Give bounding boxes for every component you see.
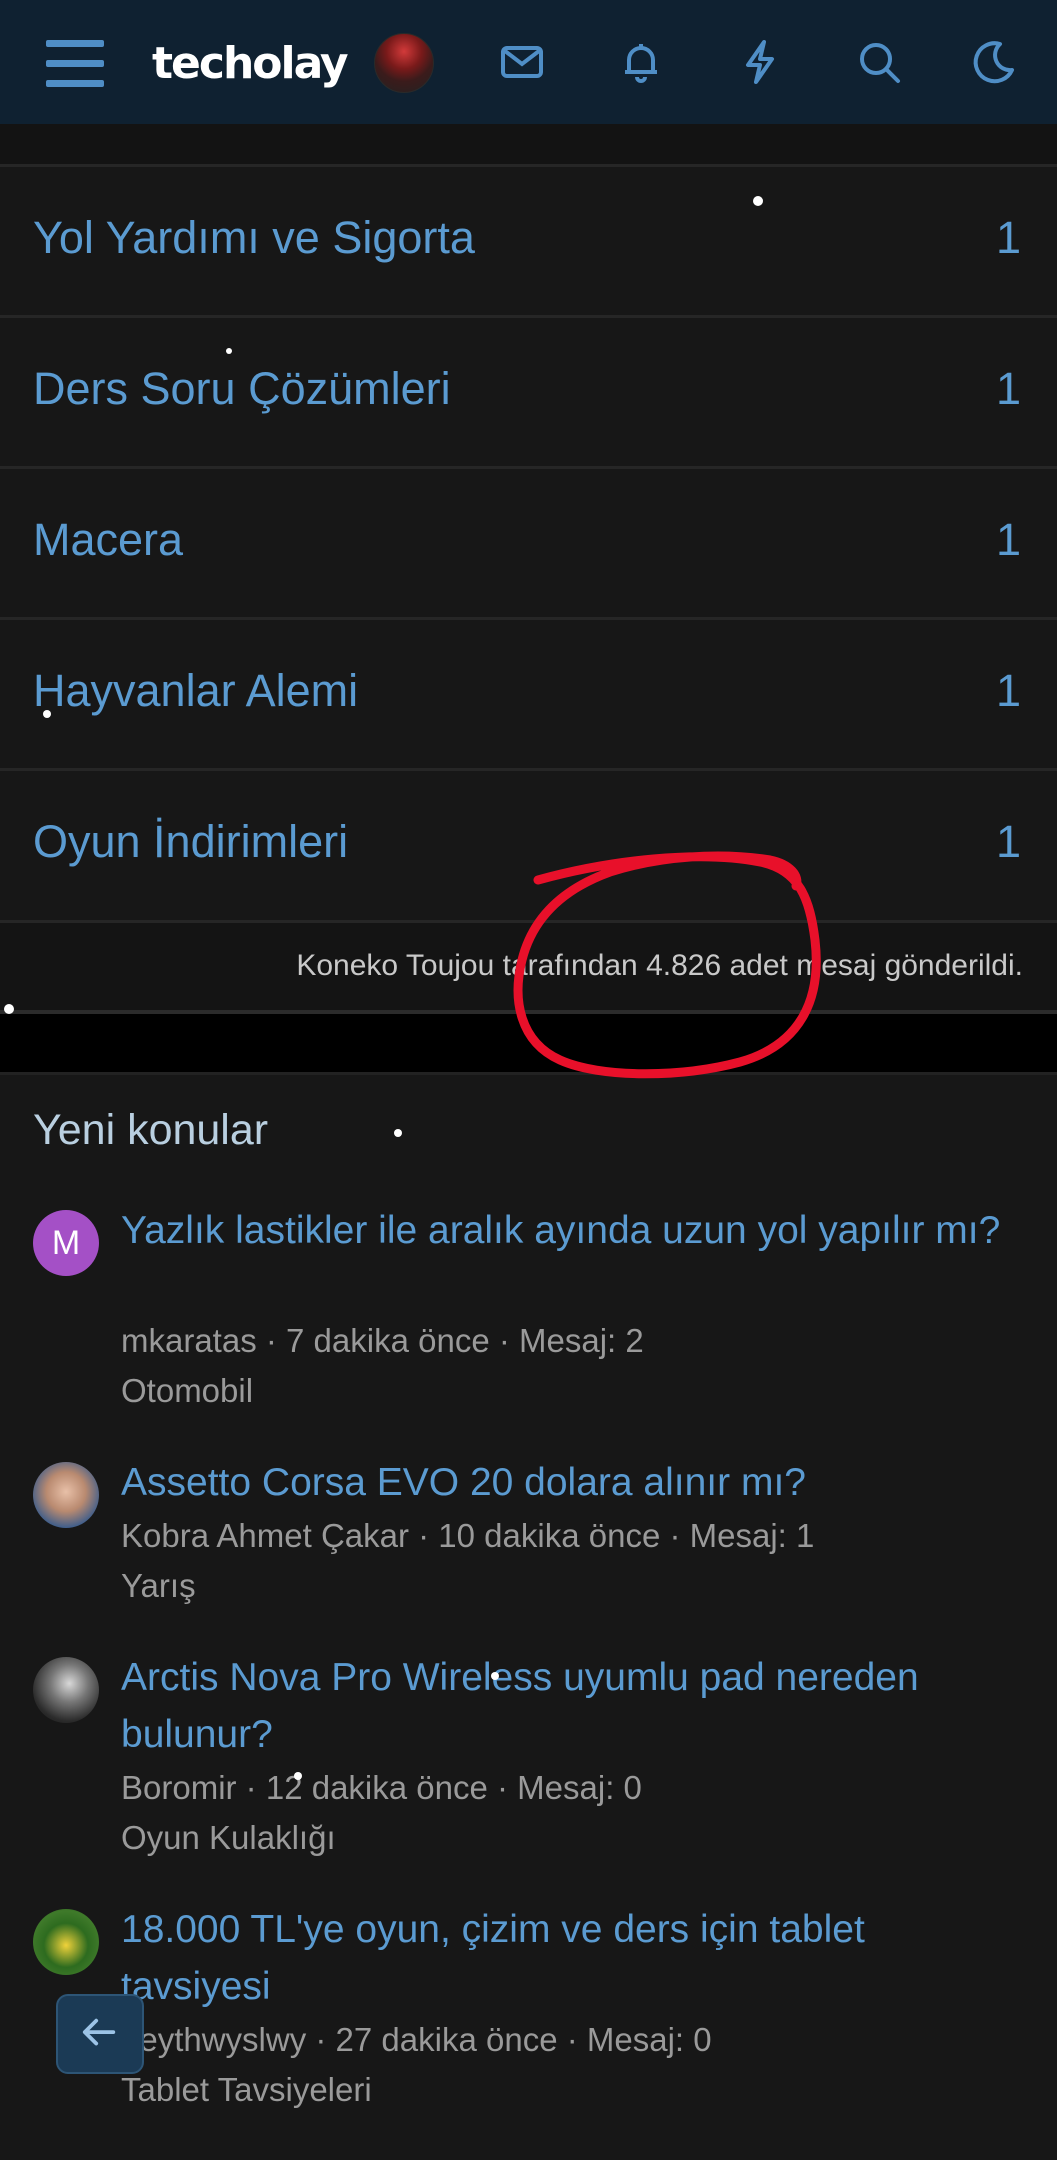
message-count-note: Koneko Toujou tarafından 4.826 adet mesa… xyxy=(0,920,1057,1014)
bell-icon[interactable] xyxy=(617,38,665,86)
thread-title[interactable]: Yazlık lastikler ile aralık ayında uzun … xyxy=(121,1202,1001,1259)
screen-speck xyxy=(294,1772,302,1780)
avatar[interactable] xyxy=(33,1657,99,1723)
forum-row[interactable]: Yol Yardımı ve Sigorta 1 xyxy=(0,164,1057,312)
message-count-text: Koneko Toujou tarafından 4.826 adet mesa… xyxy=(296,949,1023,982)
thread-title[interactable]: Arctis Nova Pro Wireless uyumlu pad nere… xyxy=(121,1649,1001,1763)
forum-name[interactable]: Ders Soru Çözümleri xyxy=(33,363,451,415)
divider-line xyxy=(0,1072,1057,1075)
forum-count: 1 xyxy=(995,363,1021,414)
new-threads-title: Yeni konular xyxy=(33,1106,269,1154)
thread-forum[interactable]: Oyun Kulaklığı xyxy=(121,1819,336,1857)
arrow-left-icon xyxy=(82,2018,116,2046)
thread-meta: Kobra Ahmet Çakar · 10 dakika önce · Mes… xyxy=(121,1517,815,1554)
thread-title[interactable]: Assetto Corsa EVO 20 dolara alınır mı? xyxy=(121,1454,1001,1511)
thread-meta: heythwyslwy · 27 dakika önce · Mesaj: 0 xyxy=(121,2021,712,2058)
forum-count: 1 xyxy=(995,212,1021,263)
forum-count: 1 xyxy=(995,514,1021,565)
forum-name[interactable]: Macera xyxy=(33,514,183,566)
mail-icon[interactable] xyxy=(498,38,546,86)
thread-forum[interactable]: Tablet Tavsiyeleri xyxy=(121,2071,372,2109)
avatar[interactable] xyxy=(33,1909,99,1975)
thread-meta: mkaratas · 7 dakika önce · Mesaj: 2 xyxy=(121,1322,644,1359)
screen-speck xyxy=(491,1672,499,1680)
screen-speck xyxy=(43,710,51,718)
search-icon[interactable] xyxy=(855,38,903,86)
forum-row[interactable]: Ders Soru Çözümleri 1 xyxy=(0,315,1057,463)
forum-name[interactable]: Hayvanlar Alemi xyxy=(33,665,358,717)
back-button[interactable] xyxy=(56,1994,144,2074)
section-divider xyxy=(0,1014,1057,1072)
bolt-icon[interactable] xyxy=(736,38,784,86)
hamburger-icon[interactable] xyxy=(46,40,106,88)
screen-speck xyxy=(753,196,763,206)
header-spacer xyxy=(0,124,1057,164)
moon-icon[interactable] xyxy=(970,38,1018,86)
forum-row[interactable]: Macera 1 xyxy=(0,466,1057,614)
top-header: techolay xyxy=(0,0,1057,124)
thread-title[interactable]: 18.000 TL'ye oyun, çizim ve ders için ta… xyxy=(121,1901,1001,2015)
site-logo[interactable]: techolay xyxy=(152,38,349,89)
thread-forum[interactable]: Otomobil xyxy=(121,1372,253,1410)
avatar[interactable]: M xyxy=(33,1210,99,1276)
screen-speck xyxy=(394,1129,402,1137)
avatar[interactable] xyxy=(33,1462,99,1528)
screen-speck xyxy=(4,1004,14,1014)
forum-count: 1 xyxy=(995,665,1021,716)
thread-forum[interactable]: Yarış xyxy=(121,1567,196,1605)
forum-row[interactable]: Hayvanlar Alemi 1 xyxy=(0,617,1057,765)
screen-speck xyxy=(226,348,232,354)
forum-row[interactable]: Oyun İndirimleri 1 xyxy=(0,768,1057,916)
user-avatar[interactable] xyxy=(374,33,434,93)
forum-name[interactable]: Oyun İndirimleri xyxy=(33,816,348,868)
forum-count: 1 xyxy=(995,816,1021,867)
thread-meta: Boromir · 12 dakika önce · Mesaj: 0 xyxy=(121,1769,642,1806)
forum-name[interactable]: Yol Yardımı ve Sigorta xyxy=(33,212,475,264)
